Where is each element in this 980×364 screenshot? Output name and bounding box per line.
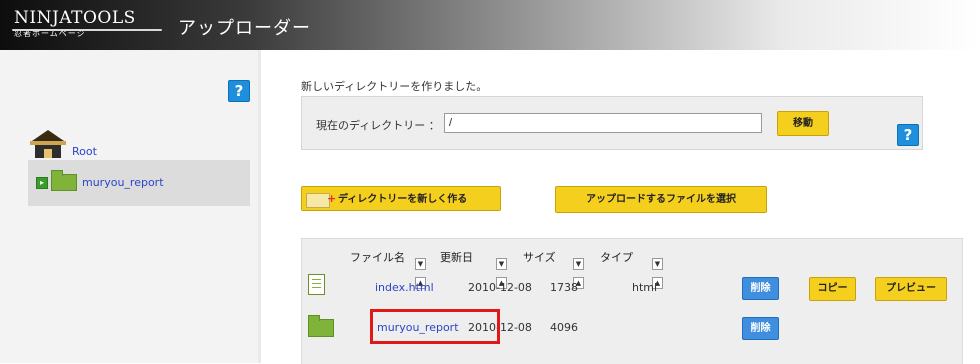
page-title: アップローダー <box>178 18 311 39</box>
file-list-panel: ファイル名 ▼▲ 更新日 ▼▲ サイズ ▼▲ タイプ ▼▲ index.html… <box>301 238 963 364</box>
logo-main-text: NINJATOOLS <box>14 8 136 28</box>
main-help-button[interactable]: ? <box>897 124 919 146</box>
app-header: NINJATOOLS 忍者ホームページ アップローダー <box>0 0 980 50</box>
expand-icon[interactable]: ▸ <box>36 177 48 189</box>
logo-swoosh <box>12 29 162 31</box>
tree-item-label[interactable]: muryou_report <box>82 176 164 189</box>
tree-item-root[interactable]: Root <box>30 130 250 160</box>
delete-button[interactable]: 削除 <box>742 277 779 300</box>
file-size: 4096 <box>550 321 578 334</box>
tree-item-muryou-report[interactable]: ▸ muryou_report <box>28 160 250 206</box>
delete-button[interactable]: 削除 <box>742 317 779 340</box>
new-directory-button[interactable]: ディレクトリーを新しく作る <box>301 186 501 211</box>
main-content: 新しいディレクトリーを作りました。 現在のディレクトリー ： 移動 ? ディレク… <box>270 50 980 364</box>
new-folder-icon <box>306 186 336 211</box>
sort-controls-type: ▼▲ <box>652 251 673 289</box>
move-button[interactable]: 移動 <box>777 111 829 136</box>
folder-icon <box>308 315 334 337</box>
column-header-size: サイズ <box>523 251 556 264</box>
current-directory-label: 現在のディレクトリー ： <box>316 119 440 132</box>
column-header-date: 更新日 <box>440 251 473 264</box>
tree-item-label[interactable]: Root <box>72 145 97 158</box>
folder-icon <box>51 170 77 191</box>
file-size: 1738 <box>550 281 578 294</box>
column-header-name: ファイル名 <box>350 251 405 264</box>
file-type: html <box>632 281 658 294</box>
sort-desc-icon[interactable]: ▼ <box>496 258 507 270</box>
file-date: 2010-12-08 <box>468 281 532 294</box>
current-directory-input[interactable] <box>444 113 762 133</box>
sidebar-resize-handle[interactable] <box>258 50 261 363</box>
new-directory-label: ディレクトリーを新しく作る <box>338 194 468 205</box>
directory-sidebar: ? Root ▸ muryou_report <box>0 50 261 363</box>
sort-controls-name: ▼▲ <box>415 251 436 289</box>
upload-file-button[interactable]: アップロードするファイルを選択 <box>555 186 767 213</box>
sort-controls-date: ▼▲ <box>496 251 517 289</box>
house-icon <box>30 130 66 160</box>
sidebar-help-button[interactable]: ? <box>228 80 250 102</box>
sort-desc-icon[interactable]: ▼ <box>415 258 426 270</box>
sort-desc-icon[interactable]: ▼ <box>573 258 584 270</box>
highlight-box <box>370 309 500 344</box>
copy-button[interactable]: コピー <box>809 277 856 301</box>
file-link-index-html[interactable]: index.html <box>375 281 434 294</box>
ninjatools-logo[interactable]: NINJATOOLS 忍者ホームページ <box>14 10 136 39</box>
document-icon <box>308 274 325 295</box>
preview-button[interactable]: プレビュー <box>875 277 947 301</box>
sort-desc-icon[interactable]: ▼ <box>652 258 663 270</box>
current-directory-panel: 現在のディレクトリー ： 移動 <box>301 96 923 150</box>
sort-controls-size: ▼▲ <box>573 251 594 289</box>
column-header-type: タイプ <box>600 251 633 264</box>
status-message: 新しいディレクトリーを作りました。 <box>301 80 488 93</box>
